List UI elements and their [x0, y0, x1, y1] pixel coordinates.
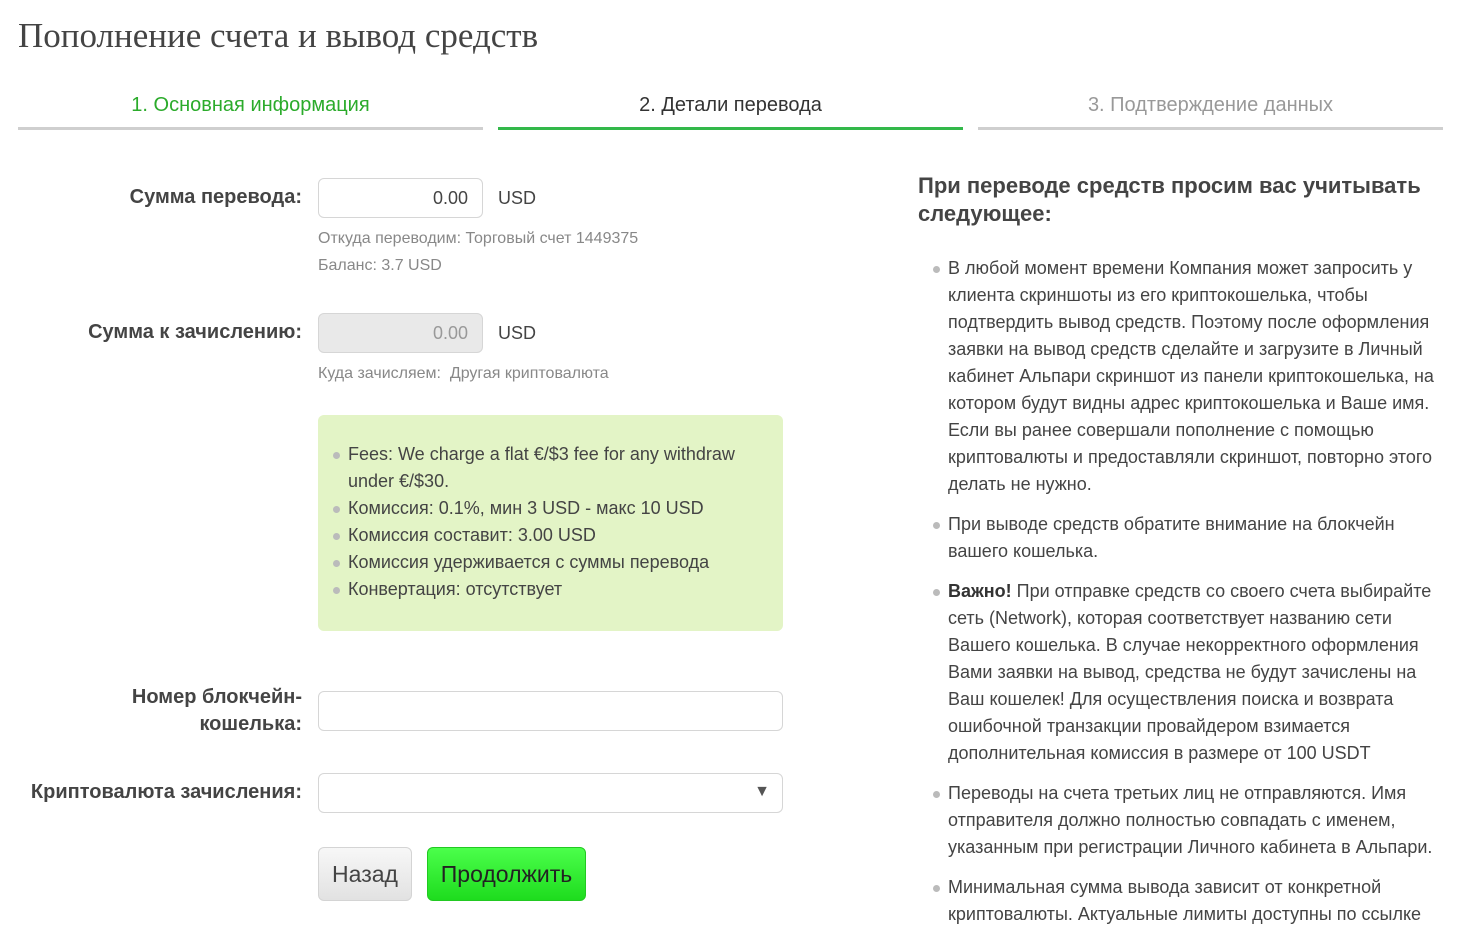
amount-input[interactable]: 0.00: [318, 178, 483, 218]
fees-box: Fees: We charge a flat €/$3 fee for any …: [318, 415, 783, 631]
fee-item: Комиссия составит: 3.00 USD: [330, 522, 783, 549]
fee-item: Комиссия удерживается с суммы перевода: [330, 549, 783, 576]
credit-input: 0.00: [318, 313, 483, 353]
fee-item: Конвертация: отсутствует: [330, 576, 783, 603]
transfer-form: Сумма перевода: 0.00 USD Откуда переводи…: [0, 160, 800, 920]
from-hint: Откуда переводим: Торговый счет 1449375: [318, 230, 639, 247]
crypto-select[interactable]: ▼: [318, 773, 783, 813]
page-title: Пополнение счета и вывод средств: [18, 16, 539, 55]
info-item: В любой момент времени Компания может за…: [918, 255, 1448, 498]
info-item: Переводы на счета третьих лиц не отправл…: [918, 780, 1448, 861]
wallet-number-input[interactable]: [318, 691, 783, 731]
amount-currency: USD: [498, 188, 537, 208]
credit-label: Сумма к зачислению:: [88, 321, 302, 343]
info-title: При переводе средств просим вас учитыват…: [918, 173, 1421, 226]
info-panel: При переводе средств просим вас учитыват…: [918, 172, 1448, 925]
step-transfer-details: 2. Детали перевода: [498, 86, 963, 130]
back-button[interactable]: Назад: [318, 847, 412, 901]
continue-button[interactable]: Продолжить: [427, 847, 586, 901]
credit-currency: USD: [498, 323, 537, 343]
step-confirmation: 3. Подтверждение данных: [978, 86, 1443, 130]
wizard-steps: 1. Основная информация 2. Детали перевод…: [18, 86, 1443, 132]
balance-hint: Баланс: 3.7 USD: [318, 257, 442, 274]
fee-item: Комиссия: 0.1%, мин 3 USD - макс 10 USD: [330, 495, 783, 522]
crypto-label: Криптовалюта зачисления:: [30, 781, 302, 803]
wallet-label-line1: Номер блокчейн-: [131, 686, 302, 708]
info-item: Важно! При отправке средств со своего сч…: [918, 578, 1448, 767]
info-item: Минимальная сумма вывода зависит от конк…: [918, 874, 1448, 925]
chevron-down-icon: ▼: [754, 783, 770, 800]
to-hint: Куда зачисляем: Другая криптовалюта: [318, 365, 609, 382]
wallet-label-line2: кошелька:: [199, 713, 302, 735]
fee-item: Fees: We charge a flat €/$3 fee for any …: [330, 441, 750, 495]
important-label: Важно!: [948, 581, 1012, 601]
info-item: При выводе средств обратите внимание на …: [918, 511, 1448, 565]
step-basic-info[interactable]: 1. Основная информация: [18, 86, 483, 130]
amount-label: Сумма перевода:: [129, 186, 302, 208]
